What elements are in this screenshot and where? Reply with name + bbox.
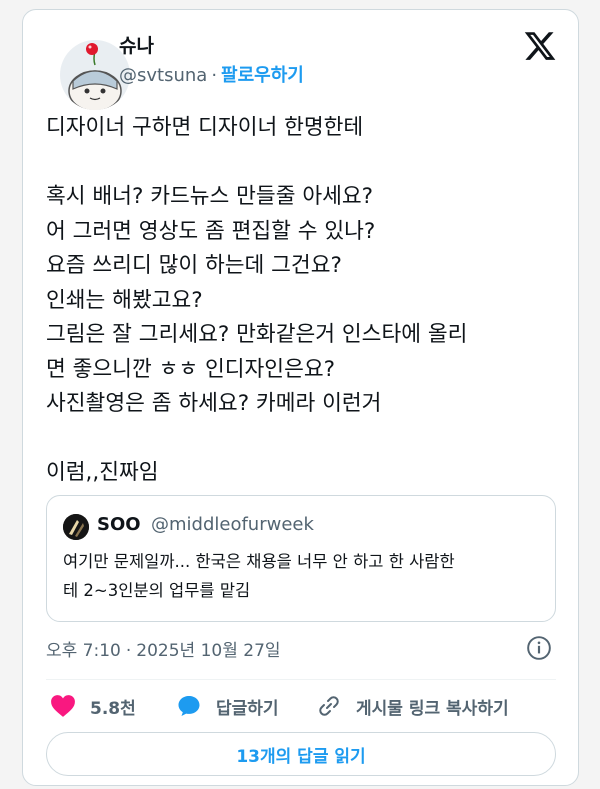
tweet-line: 그림은 잘 그리세요? 만화같은거 인스타에 올리 bbox=[46, 322, 468, 347]
follow-button[interactable]: 팔로우하기 bbox=[221, 65, 304, 86]
quoted-author-avatar[interactable] bbox=[63, 514, 89, 540]
quoted-tweet-text: 여기만 문제일까... 한국은 채용을 너무 안 하고 한 사람한 테 2~3인… bbox=[63, 547, 543, 605]
tweet-line: 면 좋으니깐 ㅎㅎ 인디자인은요? bbox=[46, 356, 336, 382]
quoted-line: 테 2~3인분의 업무를 맡김 bbox=[63, 581, 251, 600]
tweet-time: 오후 7:10 bbox=[46, 641, 121, 661]
like-button[interactable]: 5.8천 bbox=[50, 691, 136, 721]
tweet-line bbox=[46, 146, 566, 181]
quoted-author-name: SOO bbox=[97, 514, 141, 535]
tweet-body: 디자이너 구하면 디자이너 한명한테 혹시 배너? 카드뉴스 만들줄 아세요? … bbox=[46, 111, 566, 491]
heart-icon bbox=[51, 695, 75, 717]
tweet-line: 디자이너 구하면 디자이너 한명한테 bbox=[46, 115, 364, 140]
info-icon[interactable] bbox=[526, 635, 552, 661]
reply-bubble-icon bbox=[178, 696, 200, 716]
read-replies-button[interactable]: 13개의 답글 읽기 bbox=[46, 732, 556, 776]
x-logo-icon[interactable] bbox=[523, 29, 557, 63]
quoted-avatar-image bbox=[63, 514, 89, 540]
copy-link-label: 게시물 링크 복사하기 bbox=[356, 698, 509, 719]
reply-label: 답글하기 bbox=[216, 698, 279, 719]
tweet-line: 사진촬영은 좀 하세요? 카메라 이런거 bbox=[46, 391, 382, 416]
tweet-line: 이럼,,진짜임 bbox=[46, 460, 159, 485]
reply-button[interactable]: 답글하기 bbox=[176, 691, 279, 721]
tweet-line: 요즘 쓰리디 많이 하는데 그건요? bbox=[46, 253, 342, 278]
link-icon bbox=[319, 696, 339, 716]
tweet-card: 슈나 @svtsuna · 팔로우하기 디자이너 구하면 디자이너 한명한테 혹시 … bbox=[22, 9, 579, 786]
author-handle[interactable]: @svtsuna bbox=[119, 65, 207, 86]
like-count: 5.8천 bbox=[90, 698, 136, 719]
author-handle-row: @svtsuna · 팔로우하기 bbox=[119, 61, 304, 87]
tweet-date: 2025년 10월 27일 bbox=[136, 641, 281, 661]
handle-separator: · bbox=[211, 65, 218, 86]
copy-link-button[interactable]: 게시물 링크 복사하기 bbox=[316, 691, 509, 721]
tweet-line: 혹시 배너? 카드뉴스 만들줄 아세요? bbox=[46, 184, 374, 209]
quoted-tweet[interactable]: SOO @middleofurweek 여기만 문제일까... 한국은 채용을 … bbox=[46, 495, 556, 622]
author-name[interactable]: 슈나 bbox=[119, 31, 154, 58]
tweet-timestamp[interactable]: 오후 7:10 · 2025년 10월 27일 bbox=[46, 636, 281, 661]
quoted-author-handle: @middleofurweek bbox=[151, 514, 314, 535]
tweet-line bbox=[46, 422, 566, 457]
tweet-line: 어 그러면 영상도 좀 편집할 수 있나? bbox=[46, 218, 376, 244]
action-bar: 5.8천 답글하기 게시물 링크 복사하기 bbox=[46, 691, 556, 721]
quoted-line: 여기만 문제일까... 한국은 채용을 너무 안 하고 한 사람한 bbox=[63, 552, 455, 571]
tweet-line: 인쇄는 해봤고요? bbox=[46, 287, 203, 313]
divider bbox=[46, 679, 556, 680]
timestamp-separator: · bbox=[125, 641, 132, 661]
